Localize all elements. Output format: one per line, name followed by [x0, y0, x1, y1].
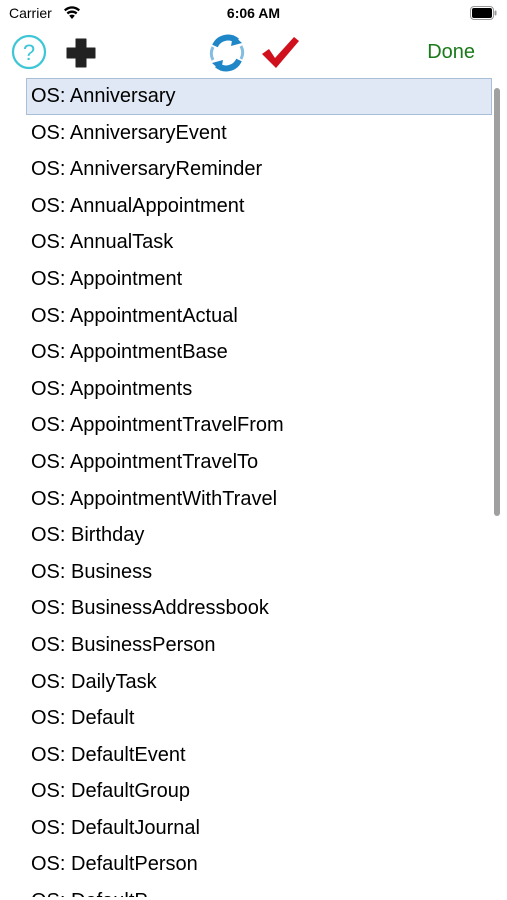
list-item[interactable]: OS: AppointmentTravelFrom — [26, 407, 492, 444]
list-item[interactable]: OS: AppointmentBase — [26, 334, 492, 371]
list-item[interactable]: OS: Appointment — [26, 261, 492, 298]
list-item[interactable]: OS: AnniversaryReminder — [26, 151, 492, 188]
battery-icon — [470, 6, 497, 20]
help-button[interactable]: ? — [11, 34, 47, 70]
refresh-arrows-icon — [209, 34, 245, 72]
status-bar: Carrier 6:06 AM — [0, 0, 507, 26]
list-item[interactable]: OS: BusinessAddressbook — [26, 590, 492, 627]
plus-icon — [66, 38, 96, 68]
list-item[interactable]: OS: AppointmentWithTravel — [26, 481, 492, 518]
list-item[interactable]: OS: DefaultPerson — [26, 846, 492, 883]
list-item[interactable]: OS: BusinessPerson — [26, 627, 492, 664]
status-time: 6:06 AM — [226, 5, 281, 21]
list-item[interactable]: OS: AnniversaryEvent — [26, 115, 492, 152]
list-area[interactable]: OS: Anniversary OS: AnniversaryEvent OS: A… — [0, 76, 507, 900]
list-item[interactable]: OS: Appointments — [26, 371, 492, 408]
list-item[interactable]: OS: Business — [26, 554, 492, 591]
list-item[interactable]: OS: Anniversary — [26, 78, 492, 115]
list-item[interactable]: OS: AppointmentActual — [26, 298, 492, 335]
confirm-button[interactable] — [260, 35, 300, 71]
svg-text:?: ? — [23, 40, 35, 65]
add-button[interactable] — [64, 36, 98, 70]
list-item[interactable]: OS: DefaultGroup — [26, 773, 492, 810]
list-item[interactable]: OS: Default — [26, 700, 492, 737]
item-list: OS: Anniversary OS: AnniversaryEvent OS: A… — [26, 78, 492, 900]
toolbar: ? Done — [0, 26, 507, 76]
list-item[interactable]: OS: AnnualAppointment — [26, 188, 492, 225]
list-item[interactable]: OS: DefaultEvent — [26, 737, 492, 774]
checkmark-icon — [262, 37, 299, 68]
question-circle-icon: ? — [11, 34, 47, 70]
list-item[interactable]: OS: DailyTask — [26, 664, 492, 701]
scrollbar[interactable] — [494, 88, 500, 516]
refresh-button[interactable] — [207, 33, 247, 73]
list-item[interactable]: OS: AppointmentTravelTo — [26, 444, 492, 481]
list-item[interactable]: OS: DefaultJournal — [26, 810, 492, 847]
done-button[interactable]: Done — [427, 40, 475, 64]
list-item[interactable]: OS: Birthday — [26, 517, 492, 554]
list-item[interactable]: OS: AnnualTask — [26, 224, 492, 261]
